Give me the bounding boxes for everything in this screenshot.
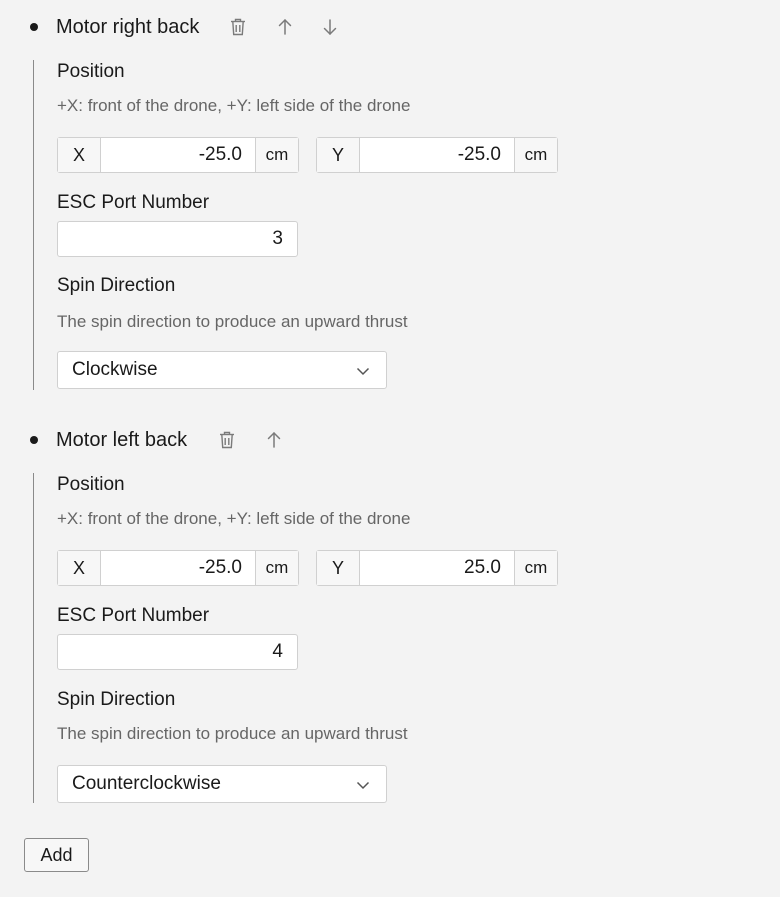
x-coordinate-group: X cm	[57, 550, 299, 586]
bullet-icon	[30, 436, 38, 444]
chevron-down-icon	[356, 781, 370, 790]
y-unit-label: cm	[514, 138, 557, 172]
motor-header: Motor left back	[0, 425, 780, 455]
arrow-down-icon[interactable]	[319, 16, 341, 38]
x-position-input[interactable]	[101, 138, 255, 172]
motor-list-page: Motor right back Position +X: front of t…	[0, 0, 780, 897]
motor-title: Motor left back	[56, 429, 188, 451]
spin-direction-select[interactable]: Clockwise	[57, 351, 387, 389]
x-axis-label: X	[58, 551, 101, 585]
x-coordinate-group: X cm	[57, 137, 299, 173]
position-description: +X: front of the drone, +Y: left side of…	[57, 96, 411, 115]
motor-header: Motor right back	[0, 12, 780, 42]
esc-port-label: ESC Port Number	[57, 605, 210, 626]
spin-direction-select[interactable]: Counterclockwise	[57, 765, 387, 803]
x-axis-label: X	[58, 138, 101, 172]
y-axis-label: Y	[317, 138, 360, 172]
y-position-input[interactable]	[360, 138, 514, 172]
section-divider	[33, 60, 34, 390]
x-position-input[interactable]	[101, 551, 255, 585]
x-unit-label: cm	[255, 138, 298, 172]
spin-direction-description: The spin direction to produce an upward …	[57, 312, 408, 331]
y-coordinate-group: Y cm	[316, 137, 558, 173]
y-unit-label: cm	[514, 551, 557, 585]
esc-port-input[interactable]	[57, 221, 298, 257]
arrow-up-icon[interactable]	[263, 429, 285, 451]
chevron-down-icon	[356, 367, 370, 376]
trash-icon[interactable]	[227, 16, 249, 38]
bullet-icon	[30, 23, 38, 31]
y-axis-label: Y	[317, 551, 360, 585]
y-coordinate-group: Y cm	[316, 550, 558, 586]
spin-direction-label: Spin Direction	[57, 275, 176, 296]
add-motor-button[interactable]: Add	[24, 838, 89, 872]
esc-port-input[interactable]	[57, 634, 298, 670]
position-label: Position	[57, 474, 125, 495]
esc-port-label: ESC Port Number	[57, 192, 210, 213]
motor-title: Motor right back	[56, 16, 200, 38]
section-divider	[33, 473, 34, 803]
spin-direction-label: Spin Direction	[57, 689, 176, 710]
trash-icon[interactable]	[216, 429, 238, 451]
spin-direction-value: Counterclockwise	[72, 773, 221, 794]
position-description: +X: front of the drone, +Y: left side of…	[57, 509, 411, 528]
spin-direction-description: The spin direction to produce an upward …	[57, 724, 408, 743]
x-unit-label: cm	[255, 551, 298, 585]
y-position-input[interactable]	[360, 551, 514, 585]
position-label: Position	[57, 61, 125, 82]
spin-direction-value: Clockwise	[72, 359, 158, 380]
arrow-up-icon[interactable]	[274, 16, 296, 38]
